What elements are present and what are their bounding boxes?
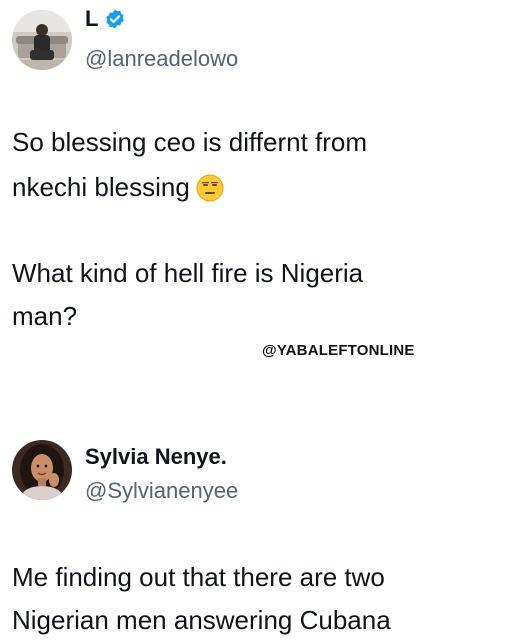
- display-name[interactable]: L: [85, 6, 98, 32]
- display-name-row: L: [85, 6, 126, 32]
- display-name-row: Sylvia Nenye.: [85, 444, 227, 470]
- avatar-lanreadelowo[interactable]: [12, 10, 72, 70]
- tweet-text-line-with-emoji: nkechi blessing: [12, 172, 224, 202]
- avatar-photo-icon: [12, 10, 72, 70]
- verified-badge-icon: [106, 9, 125, 29]
- tweet-text-line: Nigerian men answering Cubana: [12, 605, 391, 635]
- user-handle[interactable]: @Sylvianenyee: [85, 478, 238, 504]
- avatar-sylvianenyee[interactable]: [12, 440, 72, 500]
- tweet-text-line: nkechi blessing: [12, 172, 190, 202]
- user-handle[interactable]: @lanreadelowo: [85, 46, 238, 72]
- tweet-text-line: man?: [12, 301, 78, 331]
- display-name[interactable]: Sylvia Nenye.: [85, 444, 227, 470]
- tweet-text-line: What kind of hell fire is Nigeria: [12, 258, 364, 288]
- tweet-text-line: Me finding out that there are two: [12, 562, 385, 592]
- tweet-text-line: So blessing ceo is differnt from: [12, 127, 368, 157]
- avatar-photo-icon: [12, 440, 72, 500]
- expressionless-face-emoji-icon: [196, 174, 224, 202]
- watermark-text: @YABALEFTONLINE: [262, 342, 415, 359]
